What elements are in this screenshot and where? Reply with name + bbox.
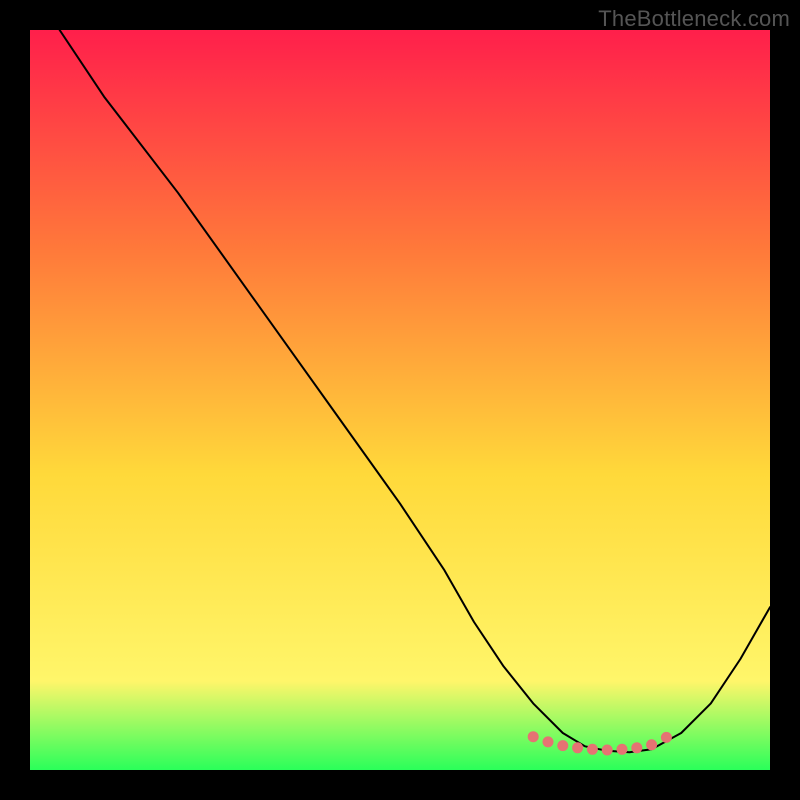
optimal-dot — [602, 745, 612, 755]
optimal-dot — [543, 737, 553, 747]
chart-canvas: TheBottleneck.com — [0, 0, 800, 800]
watermark-text: TheBottleneck.com — [598, 6, 790, 32]
optimal-dot — [587, 744, 597, 754]
optimal-dot — [558, 741, 568, 751]
chart-svg — [30, 30, 770, 770]
optimal-dot — [617, 744, 627, 754]
optimal-dot — [632, 743, 642, 753]
plot-area — [30, 30, 770, 770]
optimal-dot — [573, 743, 583, 753]
optimal-dot — [661, 732, 671, 742]
optimal-dot — [528, 732, 538, 742]
optimal-dot — [647, 740, 657, 750]
gradient-background — [30, 30, 770, 770]
